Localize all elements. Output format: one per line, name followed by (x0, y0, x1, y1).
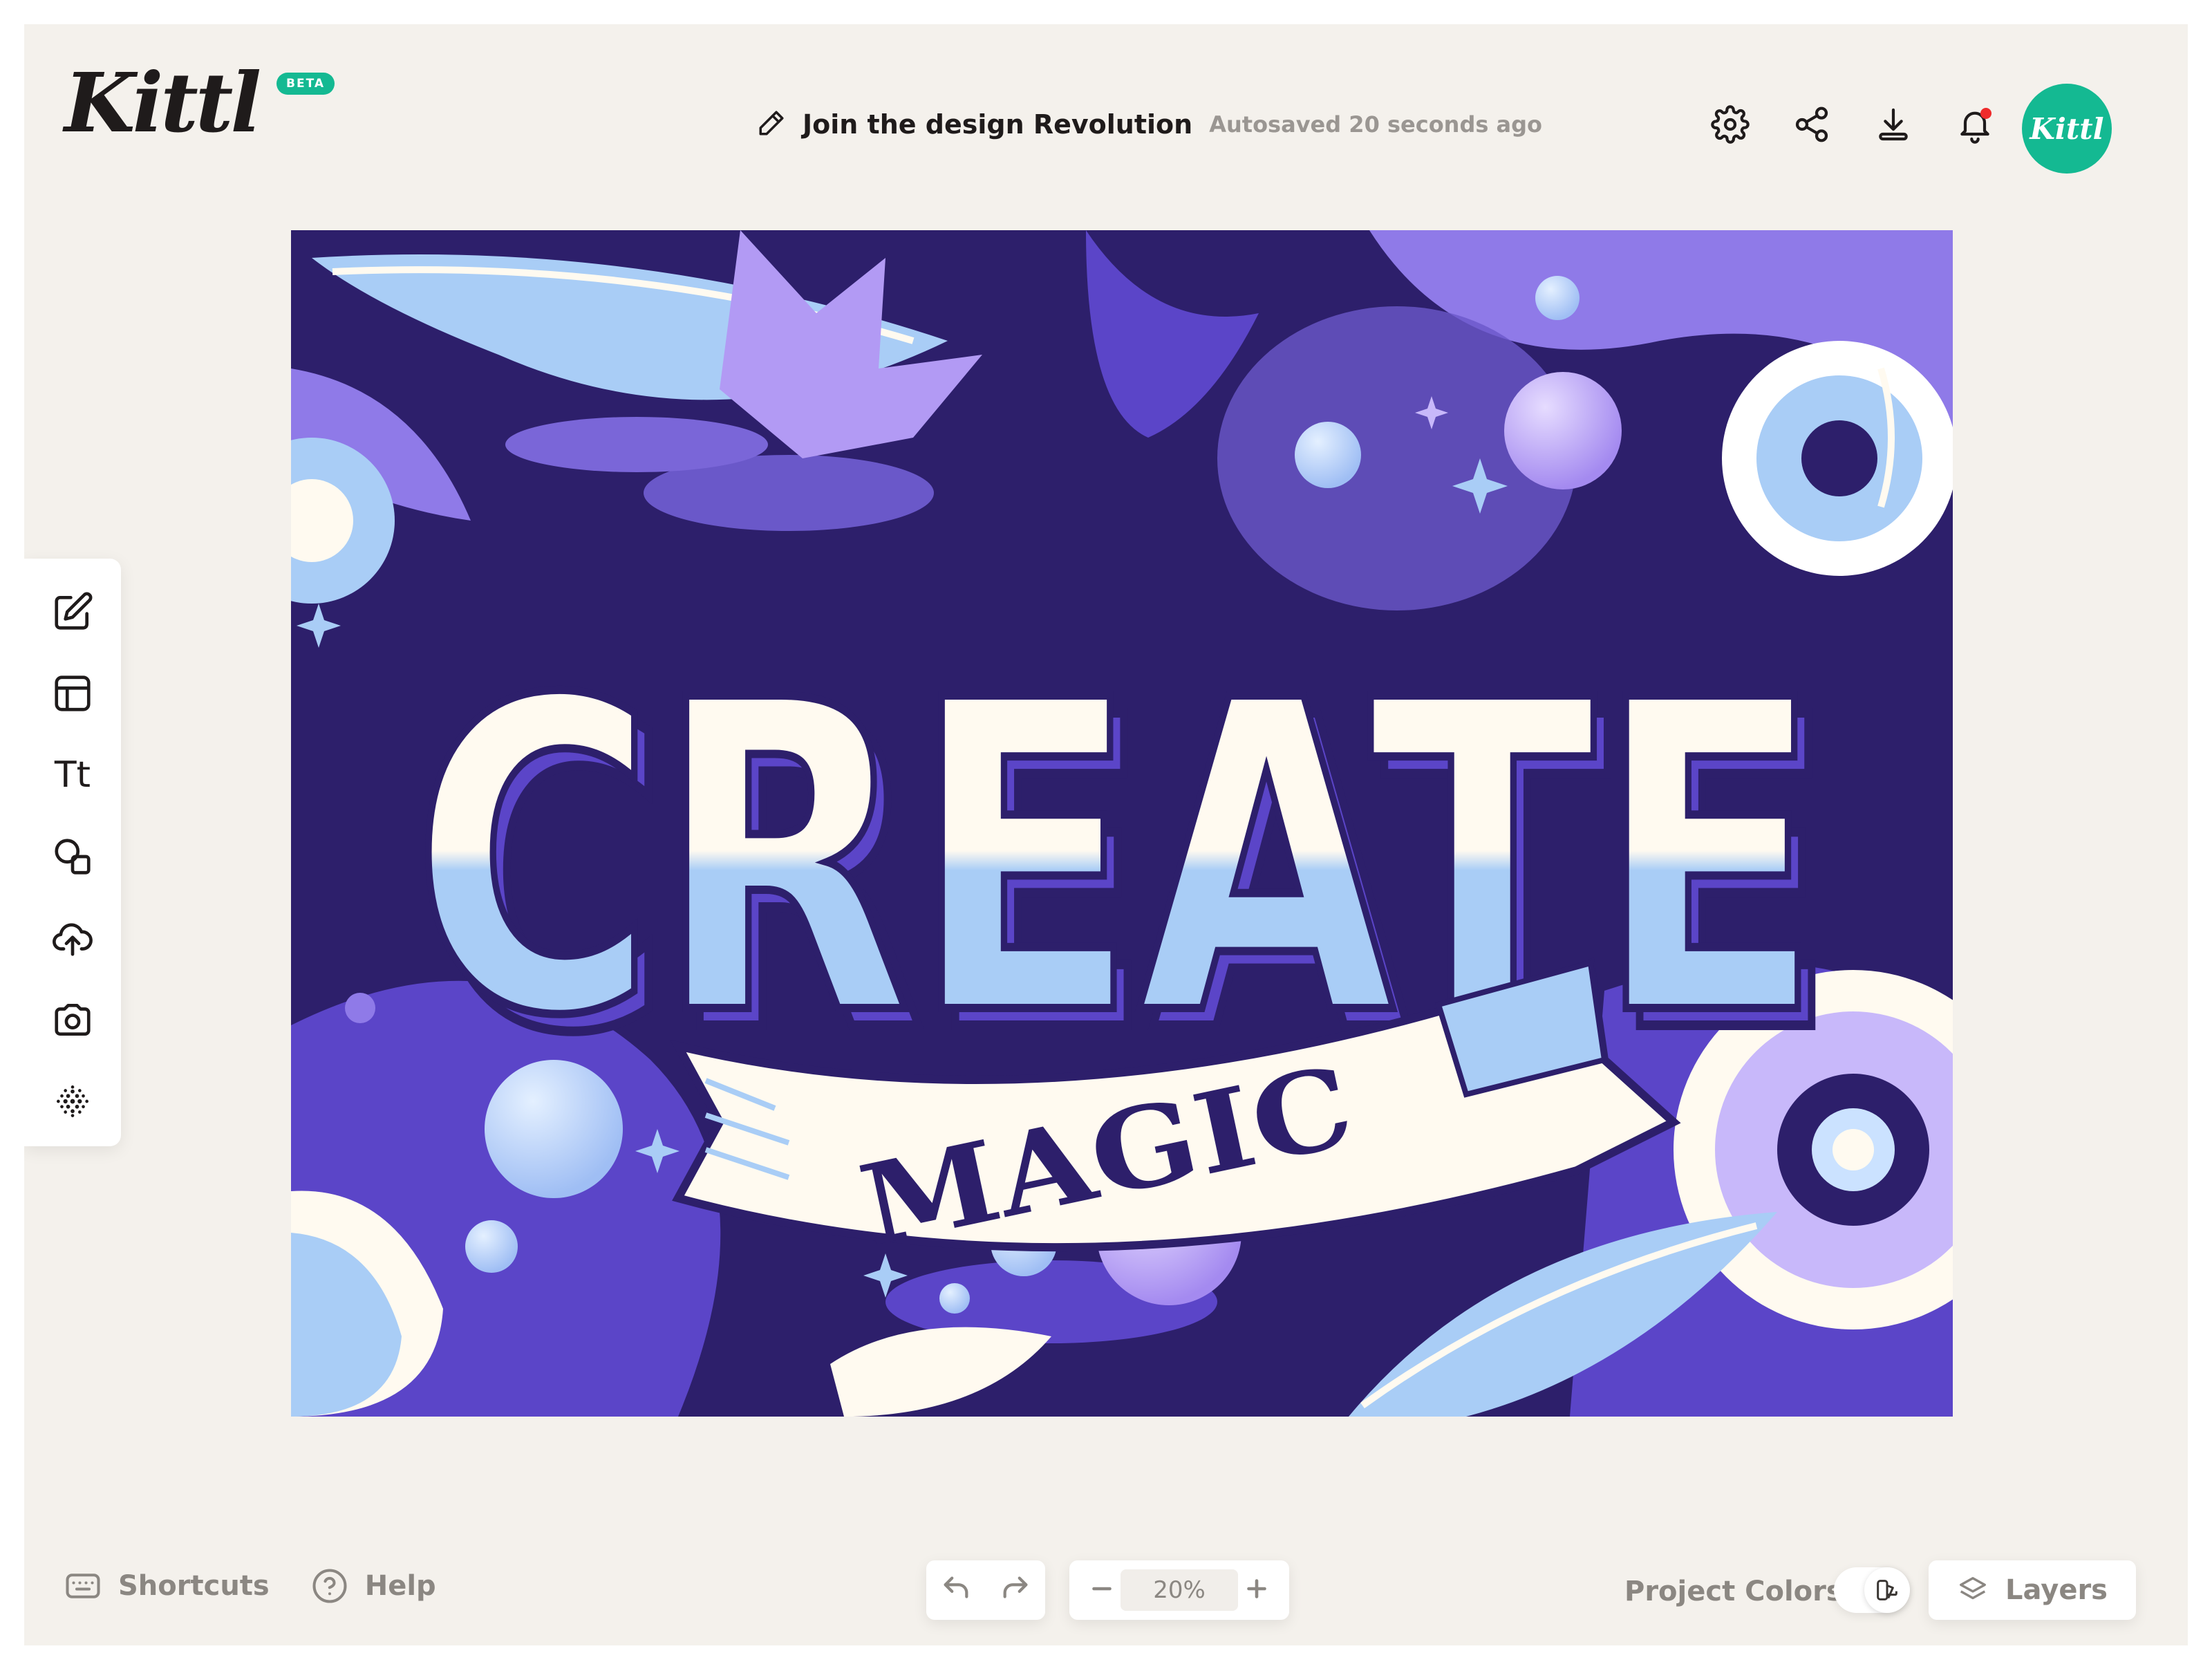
headline-text[interactable]: CREATE (408, 607, 1826, 1114)
share-icon[interactable] (1792, 105, 1831, 144)
tool-photos[interactable] (48, 996, 97, 1044)
toggle-knob (1864, 1567, 1910, 1613)
text-icon: Tt (54, 754, 91, 796)
edit-icon (55, 592, 93, 630)
notification-dot (1980, 108, 1991, 119)
left-toolbar: Tt (24, 559, 121, 1146)
header-actions (1711, 105, 1994, 144)
plus-icon (1247, 1579, 1266, 1598)
redo-button[interactable] (1000, 1573, 1031, 1607)
layers-label: Layers (2005, 1574, 2108, 1606)
project-title-bar: Join the design Revolution Autosaved 20 … (757, 109, 1542, 140)
undo-icon (944, 1576, 968, 1598)
design-canvas[interactable]: CREATE CREATE MAGIC (291, 230, 1953, 1417)
redo-icon (1003, 1576, 1028, 1598)
gear-icon[interactable] (1711, 105, 1750, 144)
tool-elements[interactable] (48, 832, 97, 881)
zoom-controls: 20% (1069, 1560, 1289, 1620)
tool-edit[interactable] (48, 588, 97, 636)
project-colors-label: Project Colors (1624, 1576, 1843, 1607)
help-button[interactable]: Help (311, 1567, 436, 1605)
palette-icon (1877, 1580, 1897, 1600)
zoom-out-button[interactable] (1086, 1573, 1118, 1607)
layout-icon (55, 675, 91, 711)
dots-grid-icon (57, 1085, 88, 1117)
help-icon (312, 1569, 347, 1603)
keyboard-icon (66, 1574, 100, 1598)
beta-badge: BETA (276, 73, 335, 95)
bottom-left-links: Shortcuts Help (64, 1567, 436, 1605)
user-avatar[interactable]: Kittl (2022, 84, 2112, 174)
layers-button[interactable]: Layers (1929, 1560, 2136, 1620)
shapes-icon (55, 839, 91, 875)
tool-more[interactable] (48, 1077, 97, 1126)
tool-uploads[interactable] (48, 914, 97, 962)
project-colors-toggle[interactable] (1834, 1567, 1910, 1613)
project-title[interactable]: Join the design Revolution (803, 109, 1192, 140)
tool-templates[interactable] (48, 669, 97, 718)
autosave-status: Autosaved 20 seconds ago (1209, 111, 1543, 138)
shortcuts-button[interactable]: Shortcuts (64, 1567, 270, 1605)
zoom-in-button[interactable] (1241, 1573, 1273, 1607)
shortcuts-label: Shortcuts (118, 1570, 270, 1602)
kittl-logo[interactable]: Kittl (64, 62, 261, 144)
download-icon[interactable] (1874, 105, 1913, 144)
app-window: Kittl BETA Join the design Revolution Au… (24, 24, 2188, 1645)
upload-icon (53, 923, 93, 956)
bell-icon[interactable] (1956, 105, 1994, 144)
minus-icon (1092, 1587, 1112, 1591)
camera-icon (55, 1004, 91, 1036)
layers-icon (1960, 1577, 1986, 1600)
tool-text[interactable]: Tt (48, 751, 97, 799)
pencil-icon[interactable] (757, 109, 786, 140)
zoom-value[interactable]: 20% (1121, 1569, 1238, 1611)
help-label: Help (364, 1570, 436, 1602)
undo-button[interactable] (940, 1573, 972, 1607)
history-controls (926, 1560, 1045, 1620)
